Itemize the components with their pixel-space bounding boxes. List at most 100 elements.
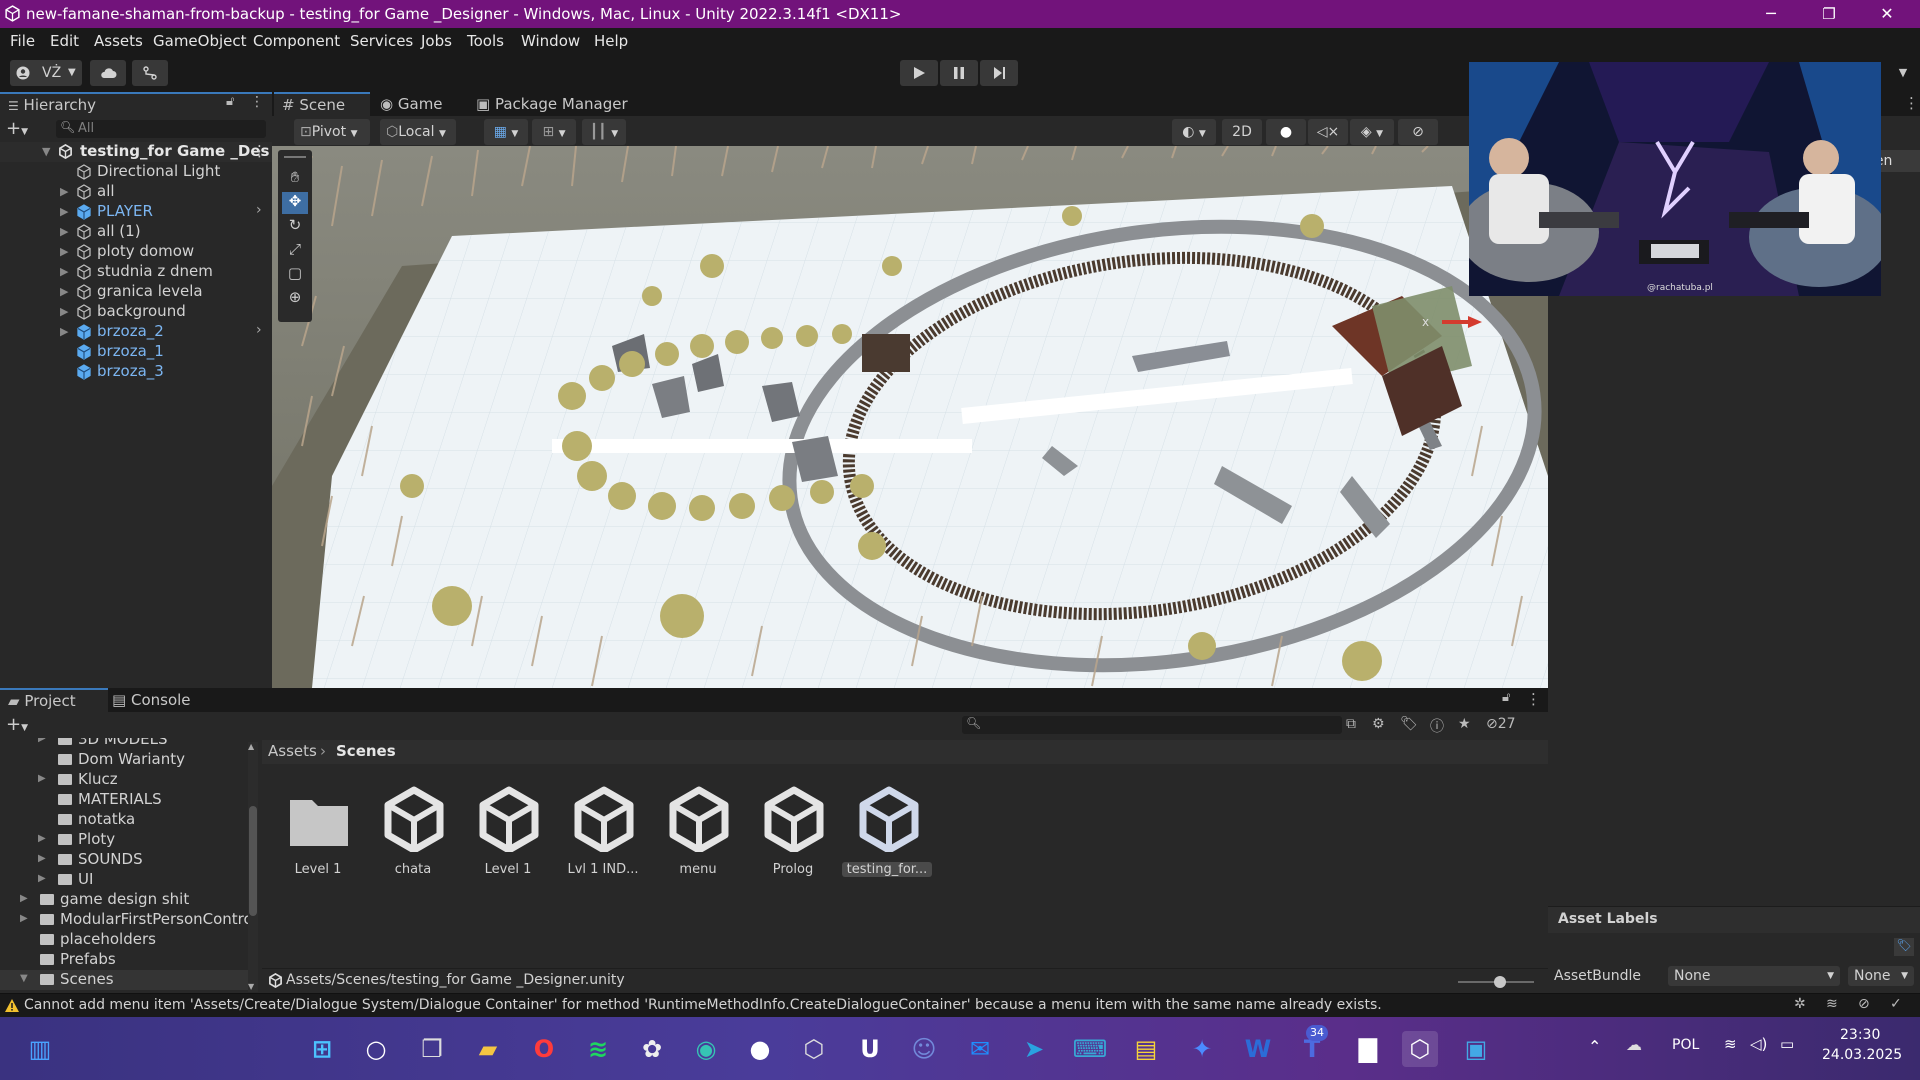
- audio-toggle[interactable]: ◁×: [1308, 119, 1348, 145]
- tree-scrollbar[interactable]: ▲ ▼: [248, 742, 258, 992]
- log-type-icon[interactable]: ⓘ: [1430, 716, 1444, 736]
- widgets-icon[interactable]: ▥: [22, 1031, 58, 1067]
- folder-tree-item[interactable]: ▶ Ploty: [0, 830, 248, 850]
- unity-icon[interactable]: ⬡: [1402, 1031, 1438, 1067]
- asset-scene[interactable]: testing_for...: [842, 780, 934, 890]
- expand-arrow-icon[interactable]: ▶: [60, 325, 68, 338]
- tray-chevron-icon[interactable]: ⌃: [1588, 1037, 1601, 1056]
- scene-menu-icon[interactable]: ⋮: [252, 142, 267, 160]
- hierarchy-item[interactable]: Directional Light: [0, 162, 272, 182]
- expand-arrow-icon[interactable]: ▶: [60, 285, 68, 298]
- search-by-type-icon[interactable]: ⧉: [1346, 716, 1356, 732]
- expand-arrow-icon[interactable]: ▶: [20, 893, 28, 904]
- messenger-icon[interactable]: ✦: [1184, 1031, 1220, 1067]
- account-dropdown[interactable]: VŻ ▼: [10, 60, 82, 86]
- language-indicator[interactable]: POL: [1672, 1037, 1699, 1053]
- asset-labels-header[interactable]: Asset Labels: [1548, 906, 1920, 933]
- cloud-button[interactable]: [90, 60, 126, 86]
- expand-arrow-icon[interactable]: ▶: [38, 738, 46, 744]
- hierarchy-item[interactable]: ▶ studnia z dnem: [0, 262, 272, 282]
- project-search-input[interactable]: 🔍︎: [962, 716, 1342, 734]
- breadcrumb-assets[interactable]: Assets: [268, 742, 317, 760]
- asset-scene[interactable]: Level 1: [462, 780, 554, 890]
- hierarchy-item[interactable]: ▶ PLAYER ›: [0, 202, 272, 222]
- effects-dropdown[interactable]: ◈ ▼: [1350, 119, 1394, 145]
- hierarchy-item[interactable]: brzoza_3: [0, 362, 272, 382]
- expand-arrow-icon[interactable]: ▶: [60, 185, 68, 198]
- menu-assets[interactable]: Assets: [94, 32, 143, 50]
- 2d-toggle[interactable]: 2D: [1222, 119, 1262, 145]
- project-lock-icon[interactable]: 🔓︎: [1502, 690, 1510, 705]
- menu-jobs[interactable]: Jobs: [421, 32, 452, 50]
- hierarchy-item[interactable]: ▶ ploty domow: [0, 242, 272, 262]
- pivot-dropdown[interactable]: ⊡Pivot ▼: [294, 119, 370, 145]
- open-prefab-arrow[interactable]: ›: [256, 322, 262, 338]
- rect-tool[interactable]: ▢: [282, 264, 308, 286]
- expand-arrow-icon[interactable]: ▶: [38, 833, 46, 844]
- menu-component[interactable]: Component: [253, 32, 340, 50]
- word-icon[interactable]: W: [1240, 1031, 1276, 1067]
- favorites-icon[interactable]: ★: [1458, 716, 1471, 732]
- lock-icon[interactable]: 🔓︎: [226, 94, 234, 109]
- hierarchy-item[interactable]: ▶ all: [0, 182, 272, 202]
- stack-icon[interactable]: ≋: [1826, 996, 1838, 1012]
- wifi-icon[interactable]: ≋: [1724, 1035, 1737, 1053]
- folder-tree-item[interactable]: placeholders: [0, 930, 248, 950]
- menu-tools[interactable]: Tools: [467, 32, 504, 50]
- tab-game[interactable]: ◉ Game: [372, 92, 443, 116]
- clock-time[interactable]: 23:30: [1840, 1027, 1880, 1043]
- zoom-slider-thumb[interactable]: [1493, 976, 1506, 988]
- menu-edit[interactable]: Edit: [50, 32, 79, 50]
- expand-arrow-icon[interactable]: ▶: [60, 225, 68, 238]
- file-explorer-icon[interactable]: ▰: [470, 1031, 506, 1067]
- create-asset-button[interactable]: +▼: [6, 714, 28, 735]
- inspector-menu-icon[interactable]: ⋮: [1904, 94, 1919, 112]
- unreal-icon[interactable]: U: [852, 1031, 888, 1067]
- start-icon[interactable]: ⊞: [304, 1031, 340, 1067]
- folder-tree-item[interactable]: ▶ SOUNDS: [0, 850, 248, 870]
- battery-icon[interactable]: ▭: [1780, 1035, 1794, 1053]
- asset-folder[interactable]: Level 1: [272, 780, 364, 890]
- expand-arrow-icon[interactable]: ▶: [60, 245, 68, 258]
- tab-scene[interactable]: # Scene: [274, 92, 370, 118]
- filter-type-icon[interactable]: ⚙︎: [1372, 716, 1385, 732]
- collab-button[interactable]: [132, 60, 168, 86]
- hand-tool[interactable]: ✋︎: [282, 168, 308, 190]
- photos-icon[interactable]: ▣: [1458, 1031, 1494, 1067]
- play-button[interactable]: [900, 60, 938, 86]
- add-object-button[interactable]: +▼: [6, 118, 28, 139]
- grid-snap-button[interactable]: ▦ ▼: [484, 119, 528, 145]
- outlook-icon[interactable]: ✉: [962, 1031, 998, 1067]
- folder-tree-item[interactable]: Prefabs: [0, 950, 248, 970]
- tab-project[interactable]: ▰ Project: [0, 688, 108, 714]
- task-view-icon[interactable]: ❐: [414, 1031, 450, 1067]
- clock-date[interactable]: 24.03.2025: [1822, 1047, 1902, 1063]
- ruler-button[interactable]: ┃┃ ▼: [582, 119, 626, 145]
- assetbundle-variant-dropdown[interactable]: None ▼: [1848, 966, 1914, 986]
- expand-arrow-icon[interactable]: ▼: [20, 973, 28, 984]
- label-tag-button[interactable]: 🏷︎: [1894, 938, 1914, 956]
- search-icon[interactable]: ○: [358, 1031, 394, 1067]
- expand-arrow-icon[interactable]: ▼: [42, 145, 50, 158]
- pause-button[interactable]: [940, 60, 978, 86]
- maximize-button[interactable]: ❐: [1800, 0, 1858, 28]
- github-icon[interactable]: ●: [742, 1031, 778, 1067]
- sticky-notes-icon[interactable]: ▤: [1128, 1031, 1164, 1067]
- telegram-icon[interactable]: ➤: [1016, 1031, 1052, 1067]
- scene-viewport[interactable]: x ✋︎ ✥ ↻ ⤢ ▢ ⊕: [272, 146, 1548, 688]
- unity-hub-icon[interactable]: ⬡: [796, 1031, 832, 1067]
- asset-scene[interactable]: Prolog: [747, 780, 839, 890]
- tab-package-manager[interactable]: ▣ Package Manager: [468, 92, 628, 116]
- breadcrumb-scenes[interactable]: Scenes: [336, 742, 396, 760]
- folder-tree-item[interactable]: ▶ UI: [0, 870, 248, 890]
- spotify-icon[interactable]: ≋: [580, 1031, 616, 1067]
- asset-scene[interactable]: chata: [367, 780, 459, 890]
- expand-arrow-icon[interactable]: ▶: [60, 205, 68, 218]
- tools-handle[interactable]: [284, 156, 306, 158]
- folder-tree-item[interactable]: notatka: [0, 810, 248, 830]
- folder-tree-item[interactable]: ▶ Klucz: [0, 770, 248, 790]
- expand-arrow-icon[interactable]: ▶: [60, 265, 68, 278]
- hierarchy-item[interactable]: ▶ background: [0, 302, 272, 322]
- menu-file[interactable]: File: [10, 32, 35, 50]
- folder-tree-item[interactable]: ▶ game design shit: [0, 890, 248, 910]
